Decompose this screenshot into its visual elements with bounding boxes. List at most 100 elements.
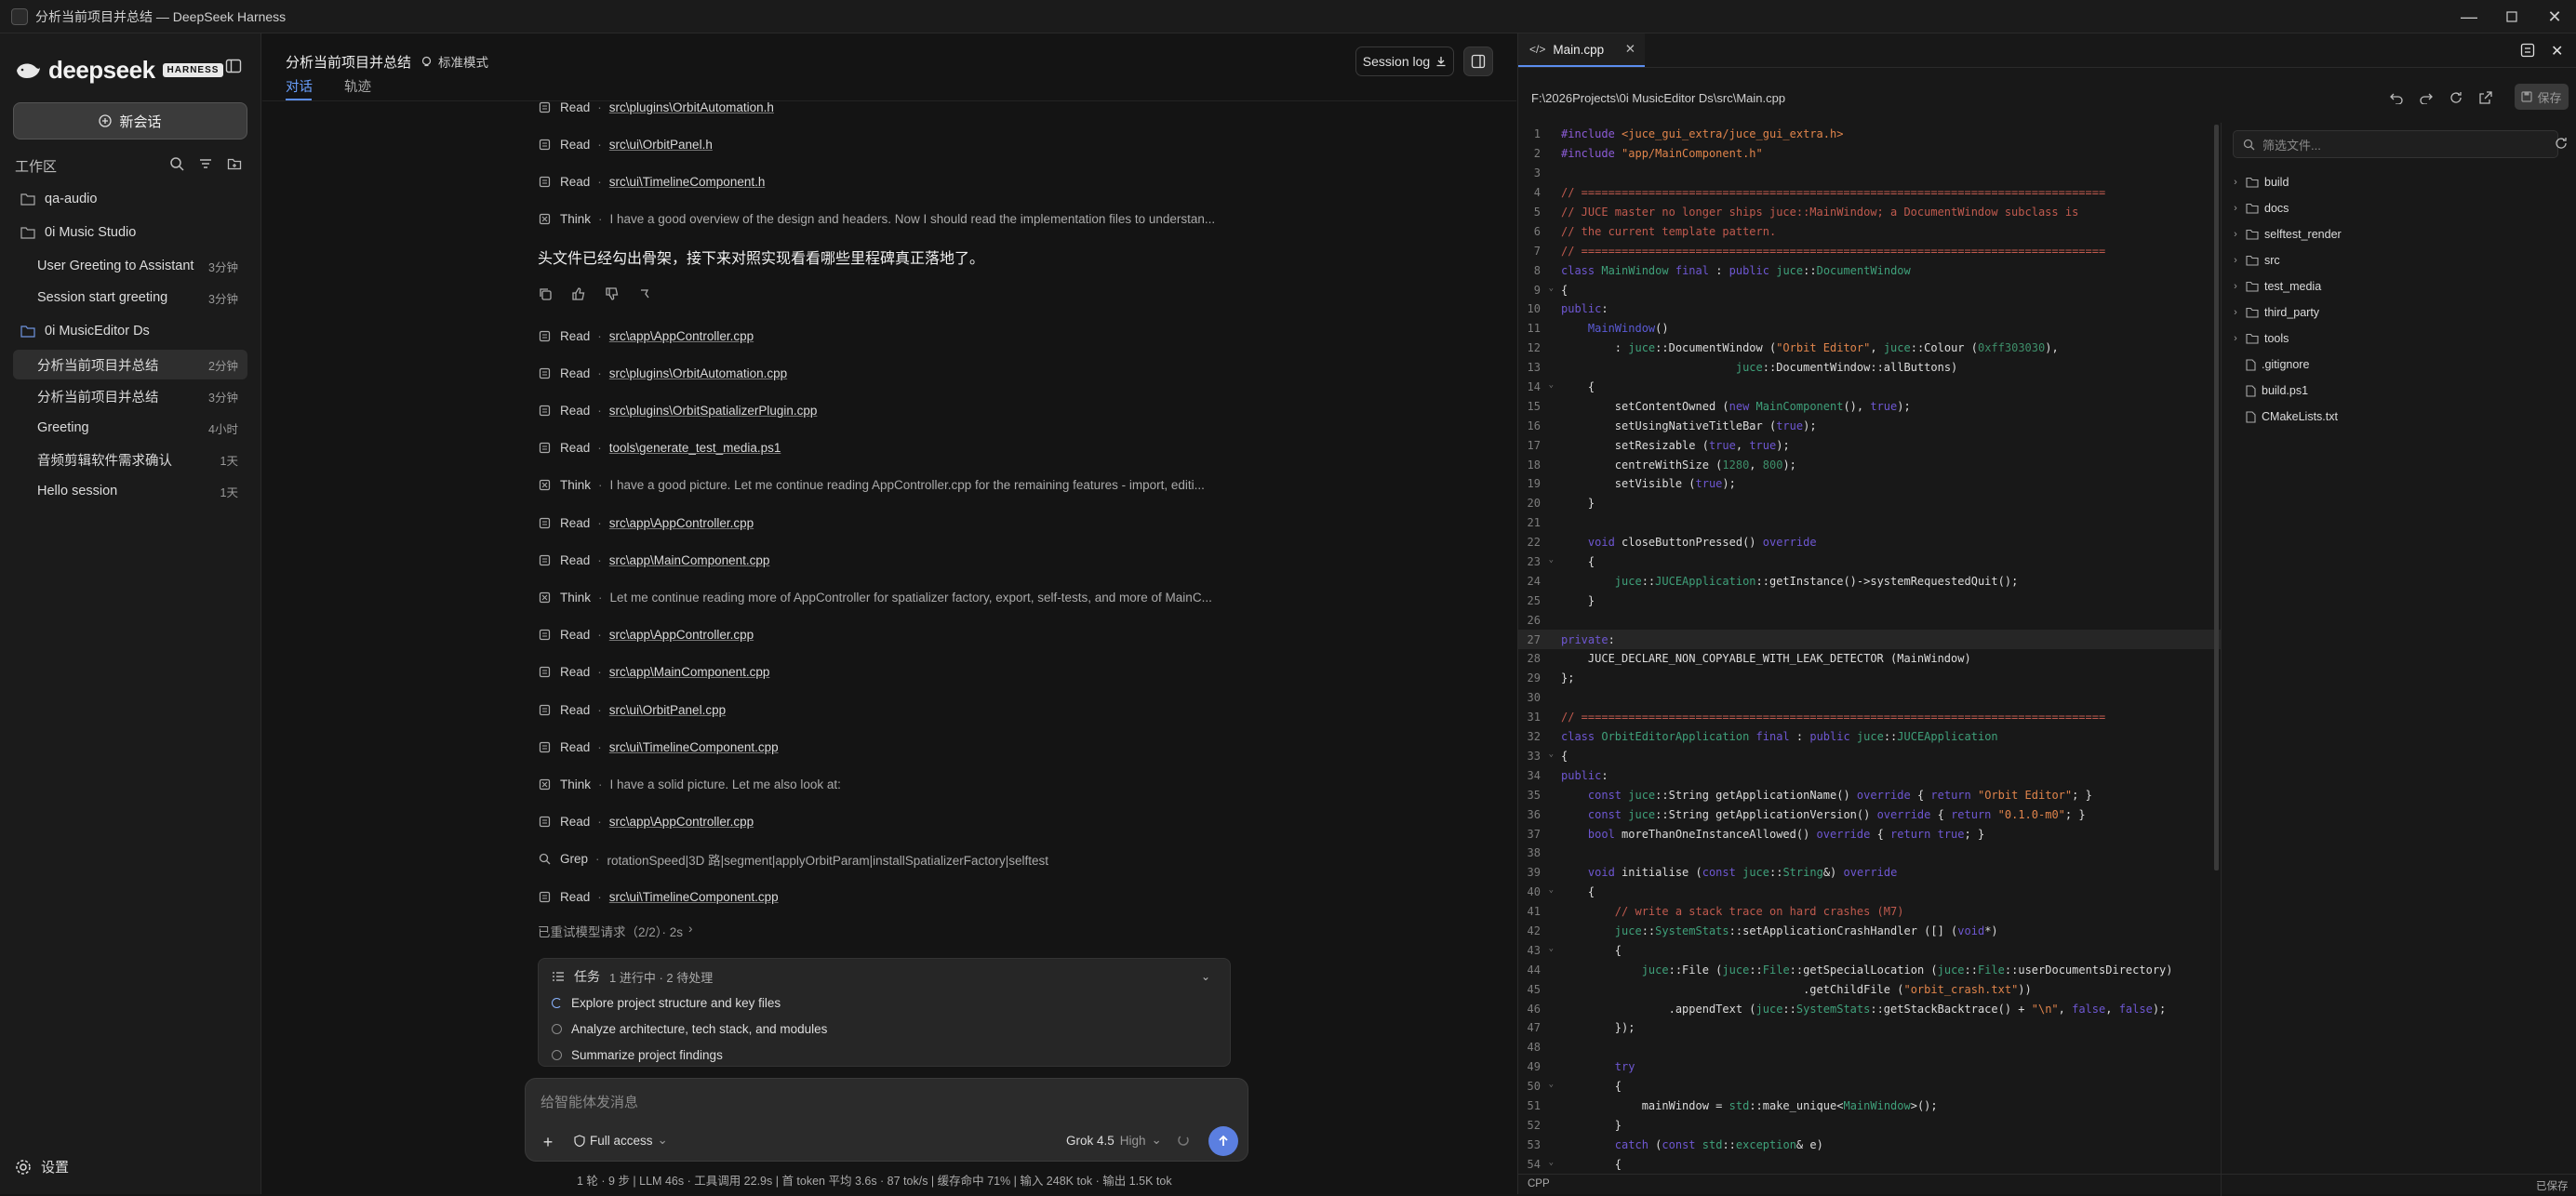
tab-trajectory[interactable]: 轨迹	[344, 76, 371, 96]
close-window-icon[interactable]: ✕	[2533, 0, 2576, 33]
think-activity-row[interactable]: Think · I have a solid picture. Let me als…	[538, 772, 1243, 796]
code-line[interactable]: 29};	[1518, 669, 2221, 688]
fold-chevron-icon[interactable]: ⌄	[1549, 750, 1554, 759]
code-line[interactable]: 35 const juce::String getApplicationName…	[1518, 785, 2221, 804]
copy-icon[interactable]	[538, 286, 553, 301]
read-activity-row[interactable]: Read · src\ui\TimelineComponent.h	[538, 169, 765, 193]
think-activity-row[interactable]: Think · I have a good overview of the desi…	[538, 206, 1243, 231]
code-line[interactable]: 27 private:	[1518, 630, 2221, 650]
access-selector[interactable]: Full access ⌄	[574, 1133, 668, 1148]
session-item[interactable]: User Greeting to Assistant 3分钟	[13, 251, 247, 281]
code-line[interactable]: 1 #include <juce_gui_extra/juce_gui_extra…	[1518, 125, 2221, 144]
tree-file[interactable]: .gitignore	[2229, 352, 2309, 378]
code-line[interactable]: 17 setResizable (true, true);	[1518, 435, 2221, 455]
read-activity-row[interactable]: Read · src\ui\TimelineComponent.cpp	[538, 884, 779, 909]
open-external-icon[interactable]	[2474, 86, 2498, 110]
read-activity-row[interactable]: Read · src\app\AppController.cpp	[538, 511, 754, 535]
code-line[interactable]: 11 MainWindow()	[1518, 319, 2221, 339]
session-item[interactable]: 音频剪辑软件需求确认 1天	[13, 445, 247, 474]
file-link[interactable]: tools\generate_test_media.ps1	[609, 441, 781, 455]
file-link[interactable]: src\ui\TimelineComponent.h	[609, 175, 766, 189]
code-line[interactable]: 37 bool moreThanOneInstanceAllowed() ove…	[1518, 824, 2221, 844]
settings-button[interactable]: 设置	[15, 1157, 69, 1176]
code-line[interactable]: 50 ⌄ {	[1518, 1077, 2221, 1096]
split-view-icon[interactable]	[2520, 43, 2535, 58]
read-activity-row[interactable]: Read · tools\generate_test_media.ps1	[538, 436, 781, 460]
fold-chevron-icon[interactable]: ⌄	[1549, 380, 1554, 390]
code-line[interactable]: 34 public:	[1518, 765, 2221, 785]
read-activity-row[interactable]: Read · src\app\AppController.cpp	[538, 810, 754, 834]
redo-icon[interactable]	[2414, 86, 2438, 110]
code-line[interactable]: 53 catch (const std:: exception & e)	[1518, 1135, 2221, 1154]
tree-folder[interactable]: › docs	[2229, 195, 2289, 221]
undo-icon[interactable]	[2384, 86, 2409, 110]
code-line[interactable]: 5 // JUCE master no longer ships juce::Ma…	[1518, 203, 2221, 222]
sidebar-toggle-icon[interactable]	[225, 58, 242, 74]
code-line[interactable]: 48	[1518, 1038, 2221, 1057]
tree-file[interactable]: build.ps1	[2229, 378, 2308, 404]
read-activity-row[interactable]: Read · src\ui\OrbitPanel.cpp	[538, 698, 726, 722]
refresh-icon[interactable]	[2444, 86, 2468, 110]
editor-tab[interactable]: </> Main.cpp ✕	[1518, 33, 1645, 67]
file-link[interactable]: src\ui\TimelineComponent.cpp	[609, 890, 779, 904]
code-line[interactable]: 15 setContentOwned (new MainComponent (),…	[1518, 396, 2221, 416]
file-link[interactable]: src\app\AppController.cpp	[609, 329, 754, 343]
code-line[interactable]: 47 });	[1518, 1018, 2221, 1038]
code-line[interactable]: 36 const juce::String getApplicationVers…	[1518, 804, 2221, 824]
send-button[interactable]	[1208, 1126, 1238, 1156]
read-activity-row[interactable]: Read · src\plugins\OrbitSpatializerPlugin.…	[538, 398, 817, 422]
code-line[interactable]: 10 public:	[1518, 299, 2221, 319]
code-line[interactable]: 18 centreWithSize (1280, 800);	[1518, 455, 2221, 474]
code-line[interactable]: 22 void closeButtonPressed() override	[1518, 533, 2221, 552]
code-line[interactable]: 28 JUCE_DECLARE_NON_COPYABLE_WITH_LEAK_D…	[1518, 649, 2221, 669]
file-link[interactable]: src\ui\TimelineComponent.cpp	[609, 740, 779, 754]
code-line[interactable]: 38	[1518, 844, 2221, 863]
code-line[interactable]: 52 }	[1518, 1115, 2221, 1135]
code-line[interactable]: 44 juce::File (juce:: File::getSpecialLoc…	[1518, 960, 2221, 979]
tree-file[interactable]: CMakeLists.txt	[2229, 404, 2338, 430]
file-link[interactable]: src\plugins\OrbitAutomation.cpp	[609, 366, 787, 380]
read-activity-row[interactable]: Read · src\app\AppController.cpp	[538, 324, 754, 348]
toggle-panel-button[interactable]	[1463, 47, 1493, 76]
grep-activity-row[interactable]: Grep · rotationSpeed|3D 路|segment|applyOrb…	[538, 847, 1240, 871]
refresh-tree-icon[interactable]	[2555, 137, 2568, 150]
read-activity-row[interactable]: Read · src\app\MainComponent.cpp	[538, 548, 769, 572]
read-activity-row[interactable]: Read · src\ui\OrbitPanel.h	[538, 132, 713, 156]
code-line[interactable]: 14 ⌄ {	[1518, 378, 2221, 397]
save-button[interactable]: 保存	[2515, 84, 2569, 110]
fold-chevron-icon[interactable]: ⌄	[1549, 1080, 1554, 1089]
code-line[interactable]: 4 // ====================================…	[1518, 183, 2221, 203]
code-line[interactable]: 24 juce:: JUCEApplication::getInstance()-…	[1518, 571, 2221, 591]
code-line[interactable]: 9 ⌄ {	[1518, 280, 2221, 299]
read-activity-row[interactable]: Read · src\app\MainComponent.cpp	[538, 660, 769, 684]
file-link[interactable]: src\plugins\OrbitSpatializerPlugin.cpp	[609, 404, 818, 418]
chevron-down-icon[interactable]: ⌄	[1201, 970, 1210, 983]
thumbs-down-icon[interactable]	[605, 286, 620, 301]
code-line[interactable]: 21	[1518, 513, 2221, 533]
new-folder-icon[interactable]	[227, 156, 242, 171]
new-chat-button[interactable]: 新会话	[13, 102, 247, 140]
mode-selector[interactable]: 标准模式	[420, 52, 488, 71]
code-line[interactable]: 7 // ====================================…	[1518, 241, 2221, 260]
minimize-icon[interactable]: —	[2448, 0, 2490, 33]
read-activity-row[interactable]: Read · src\ui\TimelineComponent.cpp	[538, 735, 779, 759]
session-item[interactable]: Session start greeting 3分钟	[13, 283, 247, 312]
close-panel-icon[interactable]: ✕	[2551, 42, 2563, 60]
code-line[interactable]: 25 }	[1518, 591, 2221, 610]
file-link[interactable]: src\ui\OrbitPanel.h	[609, 138, 713, 152]
file-link[interactable]: src\app\AppController.cpp	[609, 628, 754, 642]
code-line[interactable]: 26	[1518, 610, 2221, 630]
file-link[interactable]: src\app\AppController.cpp	[609, 516, 754, 530]
code-line[interactable]: 33 ⌄ {	[1518, 747, 2221, 766]
fold-chevron-icon[interactable]: ⌄	[1549, 885, 1554, 895]
code-line[interactable]: 3	[1518, 164, 2221, 183]
tree-folder[interactable]: › tools	[2229, 326, 2289, 352]
think-activity-row[interactable]: Think · Let me continue reading more of Ap…	[538, 585, 1243, 609]
workspace-0i-music-studio[interactable]: 0i Music Studio	[13, 218, 247, 247]
code-line[interactable]: 49 try	[1518, 1057, 2221, 1077]
code-line[interactable]: 16 setUsingNativeTitleBar (true);	[1518, 416, 2221, 435]
workspace-qa-audio[interactable]: qa-audio	[13, 184, 247, 214]
read-activity-row[interactable]: Read · src\plugins\OrbitAutomation.h	[538, 95, 774, 119]
workspace-0i-musiceditor-ds[interactable]: 0i MusicEditor Ds	[13, 316, 247, 346]
attach-plus-button[interactable]: +	[537, 1131, 559, 1153]
